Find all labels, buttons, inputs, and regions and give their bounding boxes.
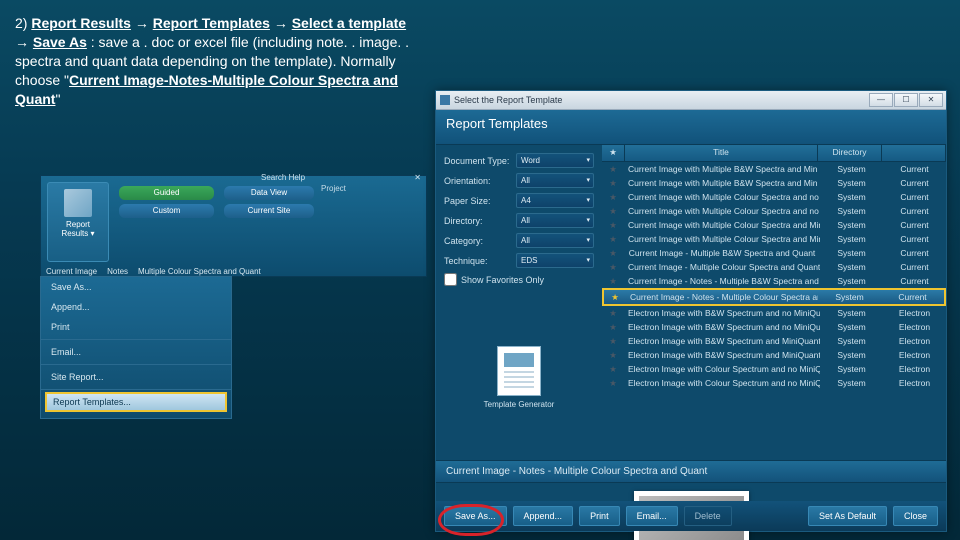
app-ribbon: Search Help ✕ ReportResults ▾ Guided Cust… [40, 175, 427, 277]
maximize-button[interactable]: ☐ [894, 93, 918, 107]
minimize-button[interactable]: — [869, 93, 893, 107]
table-row[interactable]: ★Current Image with Multiple Colour Spec… [602, 190, 946, 204]
dataview-button[interactable]: Data View [224, 186, 314, 200]
favorites-checkbox[interactable] [444, 273, 457, 286]
star-icon[interactable]: ★ [602, 164, 624, 175]
table-row[interactable]: ★Electron Image with B&W Spectrum and Mi… [602, 348, 946, 362]
table-row[interactable]: ★Current Image with Multiple Colour Spec… [602, 204, 946, 218]
delete-button[interactable]: Delete [684, 506, 732, 526]
table-header: ★ Title Directory [602, 145, 946, 162]
star-icon[interactable]: ★ [604, 292, 626, 303]
star-icon[interactable]: ★ [602, 178, 624, 189]
directory-select[interactable]: All [516, 213, 594, 228]
print-button[interactable]: Print [579, 506, 620, 526]
saveas-button[interactable]: Save As... [444, 506, 507, 526]
filter-panel: Document Type:Word Orientation:All Paper… [436, 145, 602, 460]
report-results-button[interactable]: ReportResults ▾ [47, 182, 109, 262]
email-button[interactable]: Email... [626, 506, 678, 526]
preview-title: Current Image - Notes - Multiple Colour … [436, 460, 946, 483]
star-icon[interactable]: ★ [602, 378, 624, 389]
star-icon[interactable]: ★ [602, 336, 624, 347]
category-select[interactable]: All [516, 233, 594, 248]
close-icon[interactable]: ✕ [414, 173, 421, 183]
table-row[interactable]: ★Current Image - Multiple B&W Spectra an… [602, 246, 946, 260]
doctype-select[interactable]: Word [516, 153, 594, 168]
technique-select[interactable]: EDS [516, 253, 594, 268]
star-icon[interactable]: ★ [602, 248, 624, 259]
table-row[interactable]: ★Electron Image with Colour Spectrum and… [602, 362, 946, 376]
table-row[interactable]: ★Current Image with Multiple B&W Spectra… [602, 176, 946, 190]
star-icon[interactable]: ★ [602, 220, 624, 231]
dialog-button-bar: Save As... Append... Print Email... Dele… [436, 501, 946, 531]
star-icon[interactable]: ★ [602, 322, 624, 333]
dialog-titlebar: Select the Report Template — ☐ ✕ [436, 91, 946, 110]
menu-append[interactable]: Append... [41, 297, 231, 317]
dialog-heading: Report Templates [436, 110, 946, 145]
table-row[interactable]: ★Current Image - Notes - Multiple B&W Sp… [602, 274, 946, 288]
report-icon [64, 189, 92, 217]
star-icon[interactable]: ★ [602, 262, 624, 273]
orientation-select[interactable]: All [516, 173, 594, 188]
close-button[interactable]: ✕ [919, 93, 943, 107]
table-row[interactable]: ★Current Image - Notes - Multiple Colour… [602, 288, 946, 306]
star-icon[interactable]: ★ [602, 234, 624, 245]
app-icon [440, 95, 450, 105]
append-button[interactable]: Append... [513, 506, 574, 526]
star-icon[interactable]: ★ [602, 206, 624, 217]
col-directory[interactable]: Directory [818, 145, 882, 161]
template-generator[interactable]: Template Generator [444, 346, 594, 409]
page-icon [497, 346, 541, 396]
search-help[interactable]: Search Help [261, 173, 305, 183]
table-row[interactable]: ★Electron Image with B&W Spectrum and no… [602, 320, 946, 334]
table-row[interactable]: ★Electron Image with Colour Spectrum and… [602, 376, 946, 390]
project-label: Project [321, 184, 346, 193]
table-row[interactable]: ★Current Image with Multiple Colour Spec… [602, 232, 946, 246]
table-row[interactable]: ★Electron Image with B&W Spectrum and no… [602, 306, 946, 320]
table-row[interactable]: ★Current Image with Multiple B&W Spectra… [602, 162, 946, 176]
table-row[interactable]: ★Current Image with Multiple Colour Spec… [602, 218, 946, 232]
select-template-dialog: Select the Report Template — ☐ ✕ Report … [435, 90, 947, 532]
menu-site-report[interactable]: Site Report... [41, 367, 231, 387]
col-category[interactable] [882, 145, 946, 161]
guided-button[interactable]: Guided [119, 186, 214, 200]
setdefault-button[interactable]: Set As Default [808, 506, 887, 526]
menu-report-templates[interactable]: Report Templates... [45, 392, 227, 412]
currentsite-button[interactable]: Current Site [224, 204, 314, 218]
menu-email[interactable]: Email... [41, 342, 231, 362]
custom-button[interactable]: Custom [119, 204, 214, 218]
col-title[interactable]: Title [625, 145, 818, 161]
ribbon-tabs: Current ImageNotesMultiple Colour Spectr… [46, 267, 271, 276]
menu-print[interactable]: Print [41, 317, 231, 337]
table-row[interactable]: ★Electron Image with B&W Spectrum and Mi… [602, 334, 946, 348]
star-icon[interactable]: ★ [602, 308, 624, 319]
close-dialog-button[interactable]: Close [893, 506, 938, 526]
col-star[interactable]: ★ [602, 145, 625, 161]
star-icon[interactable]: ★ [602, 350, 624, 361]
papersize-select[interactable]: A4 [516, 193, 594, 208]
star-icon[interactable]: ★ [602, 364, 624, 375]
instruction-text: 2) Report Results → Report Templates → S… [15, 14, 415, 108]
report-dropdown: Save As... Append... Print Email... Site… [40, 276, 232, 419]
table-row[interactable]: ★Current Image - Multiple Colour Spectra… [602, 260, 946, 274]
menu-save-as[interactable]: Save As... [41, 277, 231, 297]
template-table: ★ Title Directory ★Current Image with Mu… [602, 145, 946, 460]
star-icon[interactable]: ★ [602, 192, 624, 203]
star-icon[interactable]: ★ [602, 276, 624, 287]
